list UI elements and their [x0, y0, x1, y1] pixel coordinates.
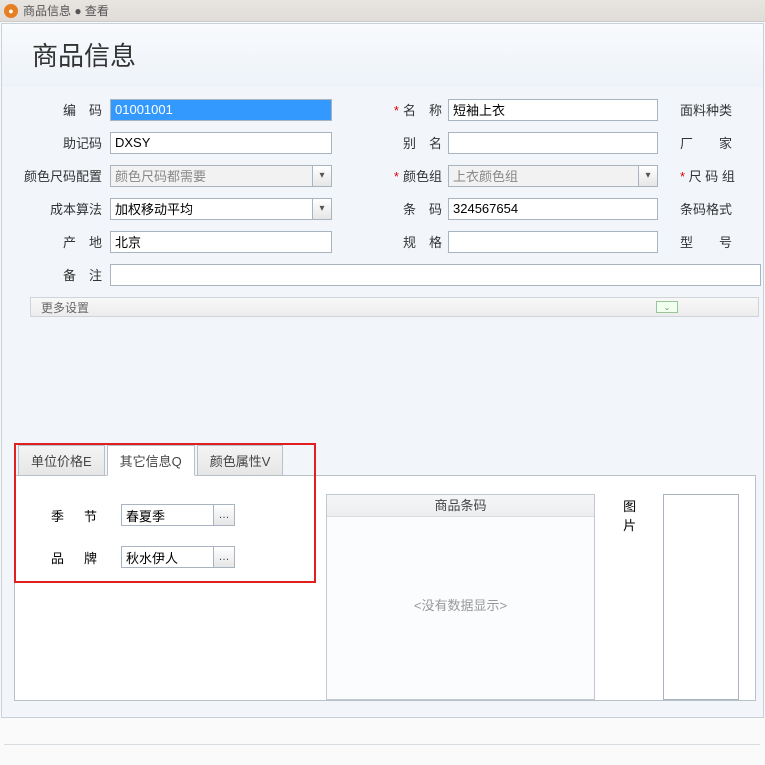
chevron-down-icon[interactable]: ▾ [312, 198, 332, 220]
label-mnemonic: 助记码 [2, 133, 110, 152]
mnemonic-input[interactable] [110, 132, 332, 154]
window-titlebar: ● 商品信息 ● 查看 [0, 0, 765, 22]
remark-input[interactable] [110, 264, 761, 286]
label-spec: 规 格 [364, 232, 448, 251]
image-box[interactable] [663, 494, 739, 700]
more-settings-bar[interactable]: 更多设置 ⌄ [30, 297, 759, 317]
origin-input[interactable] [110, 231, 332, 253]
app-icon: ● [4, 4, 18, 18]
chevron-down-icon[interactable]: ▾ [312, 165, 332, 187]
label-factory: 厂 家 [680, 133, 732, 152]
expand-chevron-icon[interactable]: ⌄ [656, 301, 678, 313]
barcode-empty-text: <没有数据显示> [327, 595, 594, 614]
brand-picker[interactable]: … [121, 546, 235, 568]
label-barfmt: 条码格式 [680, 199, 732, 218]
label-origin: 产 地 [2, 232, 110, 251]
barcode-panel-title: 商品条码 [327, 495, 594, 517]
tabstrip: 单位价格E 其它信息Q 颜色属性V [14, 444, 756, 476]
barcode-input[interactable] [448, 198, 658, 220]
colorgrp-combo[interactable]: ▾ [448, 165, 658, 187]
season-picker[interactable]: … [121, 504, 235, 526]
tab-unit-price[interactable]: 单位价格E [18, 445, 105, 476]
ellipsis-icon[interactable]: … [213, 504, 235, 526]
tab-body: 季节 … 品牌 … 商品条码 <没有数据显示> 图片 [14, 476, 756, 701]
label-alias: 别 名 [364, 133, 448, 152]
other-info-column: 季节 … 品牌 … [31, 494, 316, 682]
tab-other-info[interactable]: 其它信息Q [107, 445, 195, 476]
tab-color-attr[interactable]: 颜色属性V [197, 445, 284, 476]
name-input[interactable] [448, 99, 658, 121]
colorsize-combo[interactable]: ▾ [110, 165, 332, 187]
form-area: 编 码 名 称 面料种类 助记码 别 名 厂 家 颜色尺码配置 ▾ 颜色组 ▾ [2, 87, 763, 317]
label-season: 季节 [31, 506, 121, 525]
alias-input[interactable] [448, 132, 658, 154]
label-sizegrp: 尺 码 组 [680, 166, 735, 185]
more-label: 更多设置 [41, 299, 89, 316]
tabs-region: 单位价格E 其它信息Q 颜色属性V 季节 … 品牌 … 商品条码 <没 [14, 444, 756, 701]
label-colorgrp: 颜色组 [364, 166, 448, 185]
cost-combo[interactable]: ▾ [110, 198, 332, 220]
colorsize-value[interactable] [110, 165, 312, 187]
titlebar-text: 商品信息 ● 查看 [23, 2, 109, 19]
brand-input[interactable] [121, 546, 213, 568]
footer-divider [4, 744, 760, 745]
label-colorsize: 颜色尺码配置 [2, 166, 110, 185]
label-code: 编 码 [2, 100, 110, 119]
label-barcode: 条 码 [364, 199, 448, 218]
label-fabric: 面料种类 [680, 100, 732, 119]
label-image: 图片 [623, 494, 648, 682]
label-name: 名 称 [364, 100, 448, 119]
label-model: 型 号 [680, 232, 732, 251]
image-panel: 图片 [623, 494, 739, 682]
season-input[interactable] [121, 504, 213, 526]
label-remark: 备 注 [2, 265, 110, 284]
ellipsis-icon[interactable]: … [213, 546, 235, 568]
colorgrp-value[interactable] [448, 165, 638, 187]
label-cost: 成本算法 [2, 199, 110, 218]
spec-input[interactable] [448, 231, 658, 253]
code-input[interactable] [110, 99, 332, 121]
label-brand: 品牌 [31, 548, 121, 567]
chevron-down-icon[interactable]: ▾ [638, 165, 658, 187]
barcode-panel: 商品条码 <没有数据显示> [326, 494, 595, 700]
page-title: 商品信息 [2, 24, 763, 87]
cost-value[interactable] [110, 198, 312, 220]
